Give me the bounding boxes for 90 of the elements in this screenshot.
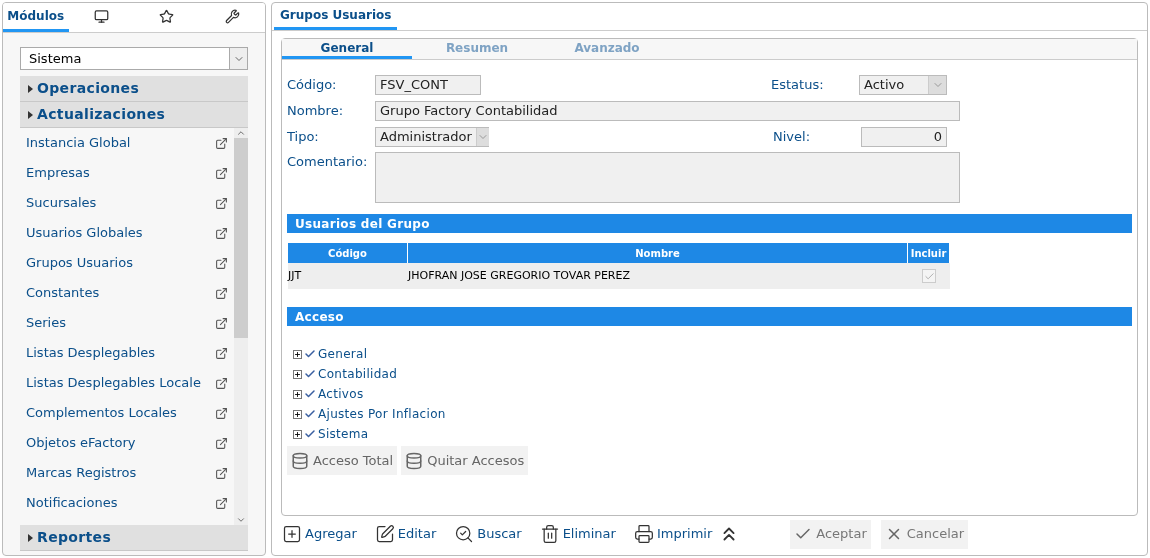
select-field[interactable]: Administrador [375,127,489,147]
module-select[interactable]: Sistema [20,47,248,70]
sidebar-item[interactable]: Empresas [20,158,234,188]
external-link-icon [215,466,228,480]
tree-item[interactable]: Ajustes Por Inflacion [318,405,446,423]
field-label: Código: [287,76,338,95]
search-icon [454,524,475,544]
field-label: Tipo: [287,128,320,147]
external-link-icon [215,436,228,450]
external-link-icon [215,376,228,390]
sidebar-item[interactable]: Instancia Global [20,128,234,158]
external-link-icon [215,166,228,180]
external-link-icon [215,196,228,210]
input-field[interactable]: 0 [861,127,947,147]
comment-field[interactable] [375,152,960,203]
sidebar-item[interactable]: Constantes [20,278,234,308]
scroll-down-icon[interactable] [236,515,246,525]
chevron-down-icon [475,128,489,146]
section-header: Usuarios del Grupo [287,214,1132,233]
section-header[interactable]: Operaciones [20,76,248,102]
sidebar-item[interactable]: Sucursales [20,188,234,218]
checkmark-icon[interactable] [304,348,316,360]
trash-icon [539,524,560,544]
expand-icon[interactable] [293,349,302,359]
expand-icon[interactable] [293,429,302,439]
chevron-down-icon [229,48,247,69]
select-field[interactable]: Activo [859,75,947,95]
form-tab[interactable]: General [282,39,412,59]
database-icon [291,451,309,470]
caret-right-icon [28,84,33,93]
input-field[interactable]: FSV_CONT [375,75,481,95]
field-label: Comentario: [287,153,369,171]
chevron-down-icon [928,76,946,94]
expand-icon[interactable] [293,389,302,399]
external-link-icon [215,346,228,360]
tree-item[interactable]: Sistema [318,425,369,443]
checkbox[interactable] [922,269,936,283]
printer-icon [633,524,654,544]
field-label: Estatus: [771,76,825,95]
checkmark-icon[interactable] [304,408,316,420]
dialog-button[interactable]: Cancelar [880,519,969,549]
database-icon [405,451,424,470]
field-label: Nombre: [287,102,345,121]
caret-right-icon [28,110,33,119]
scrollbar-thumb[interactable] [234,138,248,338]
expand-icon[interactable] [293,409,302,419]
checkmark-icon[interactable] [304,368,316,380]
section-header[interactable]: Actualizaciones [20,102,248,128]
table-cell-text: JJT [288,267,303,284]
toolbar-button[interactable]: Eliminar [539,524,616,544]
field-label: Nivel: [773,128,812,147]
toolbar-button[interactable]: Agregar [282,524,357,544]
sidebar-item[interactable]: Marcas Registros [20,458,234,488]
edit-icon [374,524,395,544]
scrollbar[interactable] [234,128,248,525]
scroll-up-icon[interactable] [236,128,246,138]
tree-item[interactable]: General [318,345,368,363]
checkmark-icon[interactable] [304,388,316,400]
sidebar-item[interactable]: Listas Desplegables Locale [20,368,234,398]
window-tab[interactable]: Grupos Usuarios [274,6,398,30]
expand-icon[interactable] [293,369,302,379]
toolbar-button[interactable]: Buscar [454,524,522,544]
sidebar-item[interactable]: Notificaciones [20,488,234,518]
sidebar-item[interactable]: Complementos Locales [20,398,234,428]
external-link-icon [215,496,228,510]
tree-item[interactable]: Activos [318,385,364,403]
access-button[interactable]: Quitar Accesos [401,446,529,475]
sidebar-item[interactable]: Series [20,308,234,338]
external-link-icon [215,226,228,240]
table-cell-text: JHOFRAN JOSE GREGORIO TOVAR PEREZ [408,267,631,284]
external-link-icon [215,256,228,270]
dialog-button[interactable]: Aceptar [790,519,871,549]
add-icon [282,524,302,544]
caret-right-icon [28,533,33,542]
tree-item[interactable]: Contabilidad [318,365,398,383]
toolbar-button[interactable]: Imprimir [633,524,713,544]
external-link-icon [215,316,228,330]
input-field[interactable]: Grupo Factory Contabilidad [375,101,960,121]
section-header[interactable]: Reportes [20,525,248,551]
external-link-icon [215,406,228,420]
external-link-icon [215,286,228,300]
sidebar-item[interactable]: Listas Desplegables [20,338,234,368]
checkmark-icon[interactable] [304,428,316,440]
access-button[interactable]: Acceso Total [287,446,398,475]
section-header: Acceso [287,307,1132,326]
sidebar-item[interactable]: Usuarios Globales [20,218,234,248]
external-link-icon [215,136,228,150]
toolbar-button[interactable]: Editar [374,524,437,544]
sidebar-item[interactable]: Grupos Usuarios [20,248,234,278]
sidebar-item[interactable]: Objetos eFactory [20,428,234,458]
